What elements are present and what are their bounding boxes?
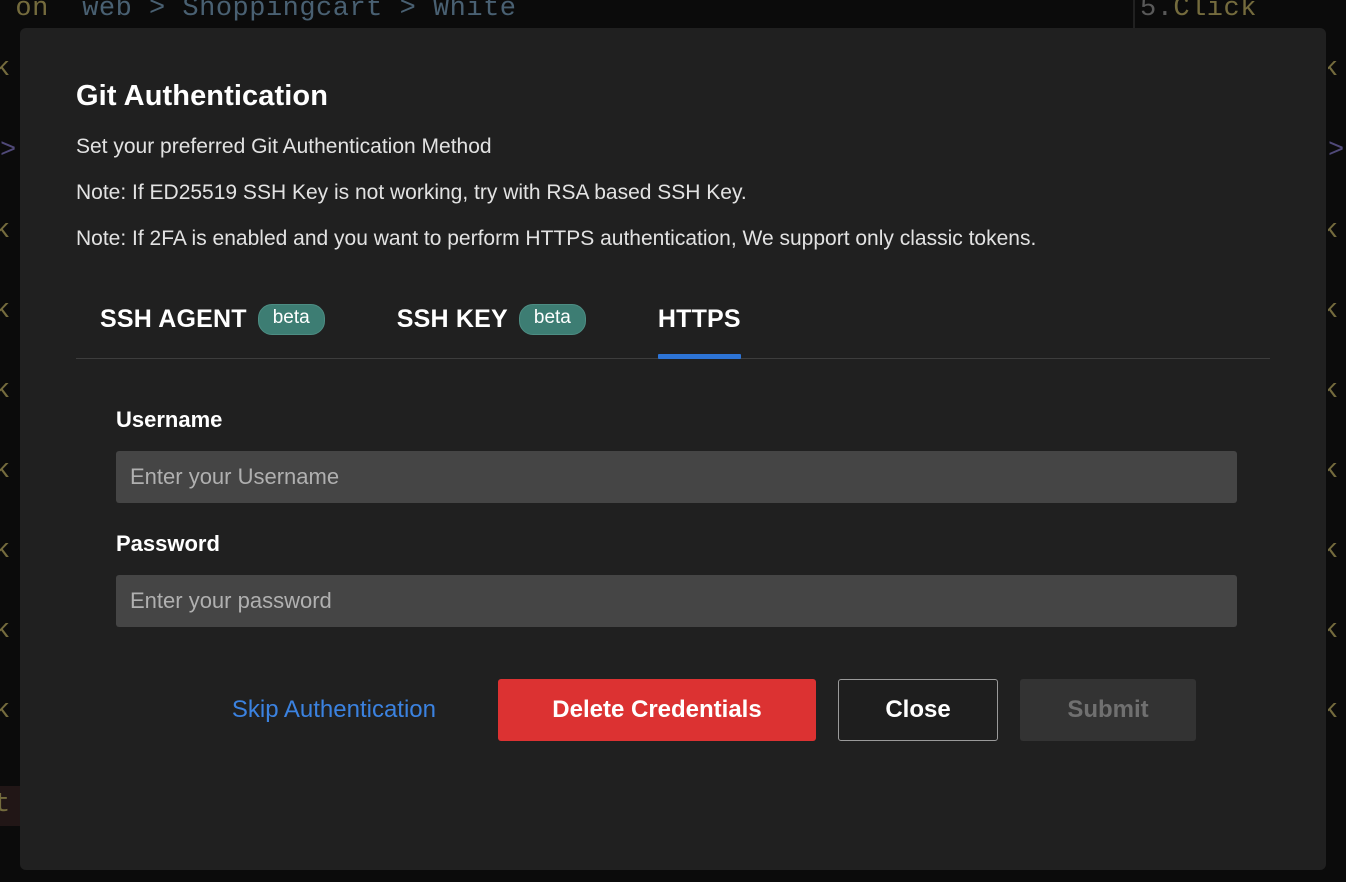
git-authentication-dialog: Git Authentication Set your preferred Gi… (20, 28, 1326, 870)
tab-ssh-agent[interactable]: SSH AGENT beta (100, 295, 325, 358)
dialog-note-2fa: Note: If 2FA is enabled and you want to … (76, 227, 1270, 251)
https-credentials-form: Username Password Skip Authentication De… (76, 359, 1270, 741)
username-input[interactable] (116, 451, 1237, 503)
submit-button: Submit (1020, 679, 1196, 741)
screen: k on web > Shoppingcart > White 5.Click … (0, 0, 1346, 882)
delete-credentials-button[interactable]: Delete Credentials (498, 679, 816, 741)
skip-authentication-link[interactable]: Skip Authentication (218, 688, 450, 732)
close-button[interactable]: Close (838, 679, 998, 741)
tab-ssh-agent-beta-badge: beta (258, 304, 325, 335)
dialog-subtitle: Set your preferred Git Authentication Me… (76, 135, 1270, 159)
tab-https[interactable]: HTTPS (658, 295, 741, 358)
tab-ssh-agent-label: SSH AGENT (100, 305, 247, 334)
dialog-title: Git Authentication (76, 80, 1270, 113)
password-label: Password (116, 531, 1230, 557)
tab-https-label: HTTPS (658, 305, 741, 334)
password-input[interactable] (116, 575, 1237, 627)
tab-ssh-key[interactable]: SSH KEY beta (397, 295, 586, 358)
tab-ssh-key-beta-badge: beta (519, 304, 586, 335)
tab-active-indicator (658, 354, 741, 359)
username-label: Username (116, 407, 1230, 433)
auth-method-tabs: SSH AGENT beta SSH KEY beta HTTPS (76, 295, 1270, 359)
dialog-note-ssh: Note: If ED25519 SSH Key is not working,… (76, 181, 1270, 205)
tab-ssh-key-label: SSH KEY (397, 305, 508, 334)
dialog-actions: Skip Authentication Delete Credentials C… (116, 679, 1230, 741)
